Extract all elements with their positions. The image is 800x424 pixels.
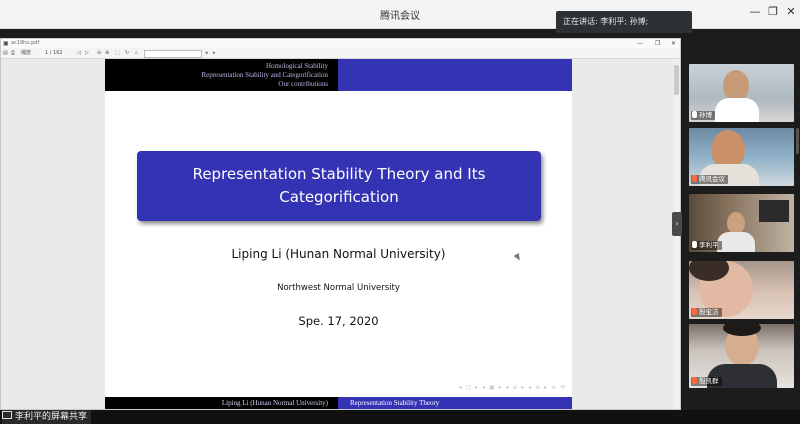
participant-video-tile[interactable]: 殷凯群 <box>689 324 794 388</box>
collapse-panel-icon[interactable]: › <box>672 212 682 236</box>
slide-institution: Northwest Normal University <box>277 283 400 293</box>
slide-footer-author: Liping Li (Hunan Normal University) <box>105 397 338 409</box>
rotate-icon[interactable]: ↻ <box>125 48 129 58</box>
viewer-toolbar: ▤ ⎙ 缩放 1 / 162 ◁ ▷ ⊖ ⊕ ⬚ ↻ ⌕ ◂ ▸ <box>1 48 680 59</box>
participant-face <box>727 212 745 234</box>
viewer-close-icon[interactable]: ✕ <box>671 39 676 48</box>
zoom-out-icon[interactable]: ⊖ <box>97 48 101 58</box>
nav-section-2[interactable]: Representation Stability and Categorific… <box>201 71 328 79</box>
mic-muted-icon <box>692 308 697 315</box>
participant-video-tile[interactable]: 殷宝洁 <box>689 261 794 319</box>
print-icon[interactable]: ⎙ <box>11 48 15 58</box>
mic-icon <box>692 111 697 118</box>
slide-title-line-2: Categorification <box>279 188 399 206</box>
mic-muted-icon <box>692 377 697 384</box>
slide-header-bar <box>338 59 572 91</box>
find-prev-icon[interactable]: ◂ <box>205 48 208 58</box>
slide-author: Liping Li (Hunan Normal University) <box>231 247 446 261</box>
pdf-app-icon: ▣ <box>3 40 9 47</box>
next-page-icon[interactable]: ▷ <box>85 48 89 58</box>
open-file-icon[interactable]: ▤ <box>3 48 8 58</box>
panel-scrollbar[interactable] <box>796 128 799 154</box>
viewer-restore-icon[interactable]: ❐ <box>655 39 660 48</box>
participant-name-tag: 殷凯群 <box>691 377 722 386</box>
participant-name-tag: 腾讯会议 <box>691 175 728 184</box>
zoom-in-icon[interactable]: ⊕ <box>105 48 109 58</box>
slide-header-nav: Homological Stability Representation Sta… <box>105 59 338 91</box>
viewer-filename: ac19hu.pdf <box>11 40 40 46</box>
screen-share-icon <box>2 411 12 419</box>
beamer-slide: Homological Stability Representation Sta… <box>105 59 572 409</box>
find-next-icon[interactable]: ▸ <box>213 48 216 58</box>
nav-section-3[interactable]: Our contributions <box>278 80 328 88</box>
minimize-icon[interactable]: — <box>748 5 762 19</box>
search-input[interactable] <box>144 50 202 58</box>
slide-footer-title: Representation Stability Theory <box>338 397 572 409</box>
search-icon[interactable]: ⌕ <box>135 48 138 58</box>
shared-pdf-viewer: ▣ ac19hu.pdf — ❐ ✕ ▤ ⎙ 缩放 1 / 162 ◁ ▷ ⊖ … <box>0 38 681 410</box>
close-icon[interactable]: ✕ <box>784 5 798 19</box>
participant-video-tile[interactable]: 孙博 <box>689 64 794 122</box>
prev-page-icon[interactable]: ◁ <box>77 48 81 58</box>
participant-name-tag: 李利平 <box>691 241 722 250</box>
mic-icon <box>692 241 697 248</box>
nav-section-1[interactable]: Homological Stability <box>266 62 328 70</box>
slide-title-line-1: Representation Stability Theory and Its <box>192 165 486 183</box>
speaking-indicator: 正在讲话: 李利平; 孙博; <box>556 11 692 33</box>
zoom-label[interactable]: 缩放 <box>21 48 31 58</box>
viewer-minimize-icon[interactable]: — <box>637 39 643 48</box>
beamer-navigation-symbols[interactable]: ◂ ▢ ▸ ◂ ▣ ▸ ◂ ≡ ▸ ◂ ≡ ▸ ≡ ⟲ <box>459 384 566 391</box>
scrollbar-thumb[interactable] <box>674 65 679 95</box>
restore-icon[interactable]: ❐ <box>766 5 780 19</box>
screen-share-text: 李利平的屏幕共享 <box>15 412 88 422</box>
page-counter[interactable]: 1 / 162 <box>45 48 63 58</box>
participant-name-tag: 孙博 <box>691 111 715 120</box>
fit-page-icon[interactable]: ⬚ <box>115 48 120 58</box>
participant-body <box>717 232 755 252</box>
background-monitor <box>759 200 789 222</box>
slide-title-block: Representation Stability Theory and Its … <box>137 151 541 221</box>
mic-muted-icon <box>692 175 697 182</box>
participant-video-tile[interactable]: 李利平 <box>689 194 794 252</box>
participant-video-tile[interactable]: 腾讯会议 <box>689 128 794 186</box>
slide-date: Spe. 17, 2020 <box>298 314 379 328</box>
participant-body <box>715 98 759 122</box>
participant-name-tag: 殷宝洁 <box>691 308 722 317</box>
screen-share-label[interactable]: 李利平的屏幕共享 <box>2 410 92 424</box>
status-bar: 李利平的屏幕共享 <box>0 410 800 424</box>
viewer-title-bar: ▣ ac19hu.pdf — ❐ ✕ <box>1 39 680 48</box>
